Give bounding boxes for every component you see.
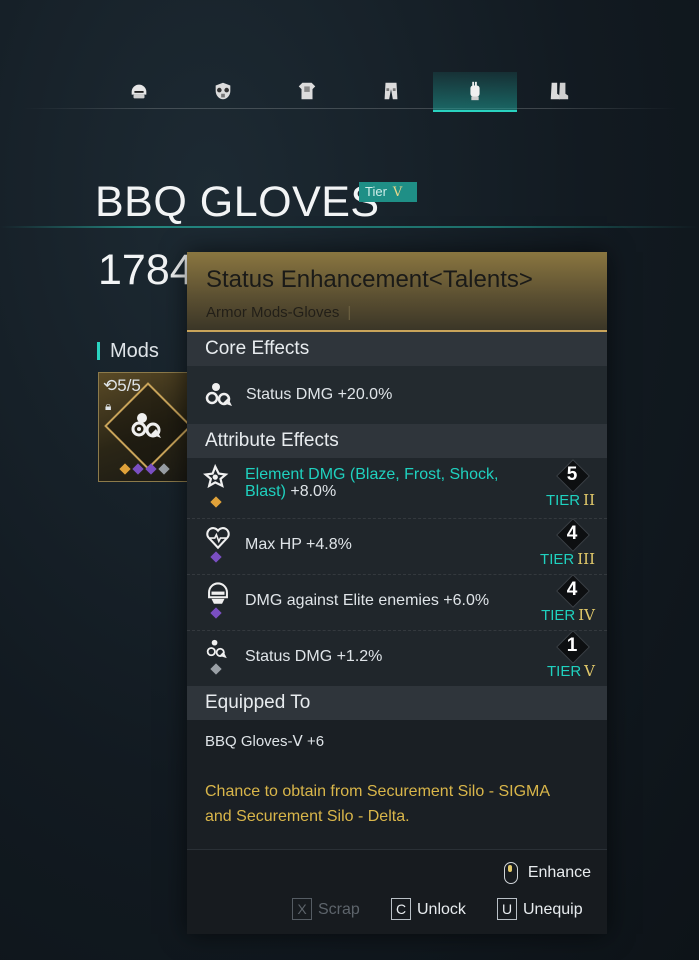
lock-icon: 🔒︎ [105,399,112,413]
top-armor-icon [298,82,316,100]
enhance-action[interactable]: Enhance [503,862,591,884]
mask-icon [215,82,231,100]
attribute-level: 5 [556,459,590,493]
attribute-tier: TIER IV [541,606,595,624]
tier-badge: Tier V [359,182,417,202]
attribute-level: 4 [556,518,590,552]
u-key-icon: U [497,898,517,920]
helmet-icon [131,84,147,99]
status-dmg-icon [205,383,232,406]
attribute-row: Max HP +4.8% 4 TIER III [187,518,607,575]
boots-icon [550,82,569,100]
tab-top[interactable] [265,72,349,110]
rarity-dot [158,463,170,475]
c-key-icon: C [391,898,411,920]
mod-name: Status Enhancement<Talents> [206,266,533,293]
tab-mask[interactable] [181,72,265,110]
unequip-action[interactable]: U Unequip [497,898,583,920]
attribute-text: Max HP +4.8% [245,536,352,553]
rarity-dot [119,463,131,475]
gear-score: 1784 [98,246,194,294]
attribute-row: Element DMG (Blaze, Frost, Shock, Blast)… [187,458,607,519]
rarity-dot [210,496,222,508]
core-effect-row: Status DMG +20.0% [187,366,607,424]
mod-tooltip-panel: Status Enhancement<Talents> Armor Mods-G… [187,252,607,934]
attribute-text: Status DMG +1.2% [245,648,383,665]
pants-icon [384,82,398,100]
rarity-dot [145,463,157,475]
rarity-dot [132,463,144,475]
attribute-row: Status DMG +1.2% 1 TIER V [187,630,607,686]
attribute-tier: TIER V [546,662,595,680]
mods-label: Mods [97,341,159,361]
x-key-icon: X [292,898,312,920]
tab-gloves[interactable] [433,72,517,112]
core-effect-text: Status DMG +20.0% [246,386,393,403]
attribute-text: DMG against Elite enemies +6.0% [245,592,490,609]
attribute-effects-header: Attribute Effects [187,424,607,458]
unlock-action[interactable]: C Unlock [391,898,466,920]
mod-category: Armor Mods-Gloves | [206,304,352,321]
attribute-tier: TIER II [545,491,595,509]
equipped-to-header: Equipped To [187,686,607,720]
status-enhancement-icon [131,413,161,438]
equipped-section: BBQ Gloves-Ⅴ +6 Chance to obtain from Se… [187,720,607,850]
heart-icon [206,527,230,550]
mod-slot-card[interactable]: ⟲5/5 🔒︎ [98,372,194,482]
tooltip-actions: Enhance X Scrap C Unlock U Unequip [187,849,607,934]
gloves-icon [470,81,480,101]
tooltip-header: Status Enhancement<Talents> Armor Mods-G… [187,252,607,332]
attribute-level: 4 [556,574,590,608]
attribute-row: DMG against Elite enemies +6.0% 4 TIER IV [187,574,607,631]
tab-helmet[interactable] [97,72,181,110]
source-description: Chance to obtain from Securement Silo - … [205,783,551,825]
scrap-action[interactable]: X Scrap [292,898,360,920]
attribute-text: Element DMG (Blaze, Frost, Shock, Blast)… [245,466,499,500]
attribute-tier: TIER III [540,550,595,568]
equipped-to-value: BBQ Gloves-Ⅴ +6 [205,733,325,750]
element-icon [203,464,229,489]
core-effects-header: Core Effects [187,332,607,366]
rarity-dot [210,663,222,675]
equipment-tab-bar [22,68,678,112]
status-icon [206,639,227,659]
rarity-dot [210,551,222,563]
mouse-click-icon [503,862,518,884]
attribute-level: 1 [556,630,590,664]
tab-pants[interactable] [349,72,433,110]
mod-rarity-dots [119,463,170,475]
tier-badge-numeral: V [392,185,403,200]
elite-icon [208,582,228,604]
tab-boots[interactable] [517,72,601,110]
tier-badge-label: Tier [365,184,387,199]
title-divider [0,226,699,228]
item-title: BBQ GLOVES [95,178,380,226]
rarity-dot [210,607,222,619]
